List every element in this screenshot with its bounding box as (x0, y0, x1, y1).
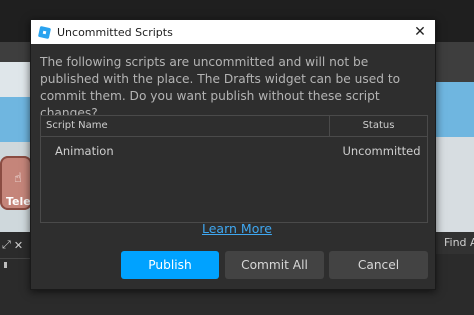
commit-all-button[interactable]: Commit All (225, 251, 324, 279)
column-header-script-name[interactable]: Script Name (41, 116, 330, 136)
dialog-titlebar[interactable]: Uncommitted Scripts ✕ (31, 20, 435, 44)
learn-more-link[interactable]: Learn More (202, 221, 272, 236)
viewport-right-edge (436, 42, 474, 232)
script-name-cell: Animation (55, 144, 114, 158)
script-status-cell: Uncommitted (342, 144, 421, 158)
dialog-message: The following scripts are uncommitted an… (40, 55, 401, 120)
find-panel-tab[interactable]: Find A (436, 232, 474, 254)
table-row[interactable]: Animation Uncommitted (41, 140, 427, 162)
teleport-label: Tele (6, 195, 31, 208)
teleport-icon: ☝ (14, 171, 22, 186)
column-header-status[interactable]: Status (330, 116, 427, 136)
scripts-table: Script Name Status Animation Uncommitted (40, 115, 428, 223)
panel-toolbar: ⤢ ✕ (0, 236, 32, 254)
panel-divider (0, 258, 30, 259)
expand-icon[interactable]: ⤢ (2, 238, 11, 252)
panel-marker (4, 262, 7, 268)
table-header: Script Name Status (41, 116, 427, 137)
studio-app-icon (38, 25, 51, 39)
publish-button[interactable]: Publish (121, 251, 219, 279)
close-panel-icon[interactable]: ✕ (14, 239, 23, 252)
dialog-title: Uncommitted Scripts (57, 25, 173, 39)
close-icon[interactable]: ✕ (409, 21, 431, 43)
cancel-button[interactable]: Cancel (329, 251, 428, 279)
uncommitted-scripts-dialog: Uncommitted Scripts ✕ The following scri… (30, 19, 436, 290)
